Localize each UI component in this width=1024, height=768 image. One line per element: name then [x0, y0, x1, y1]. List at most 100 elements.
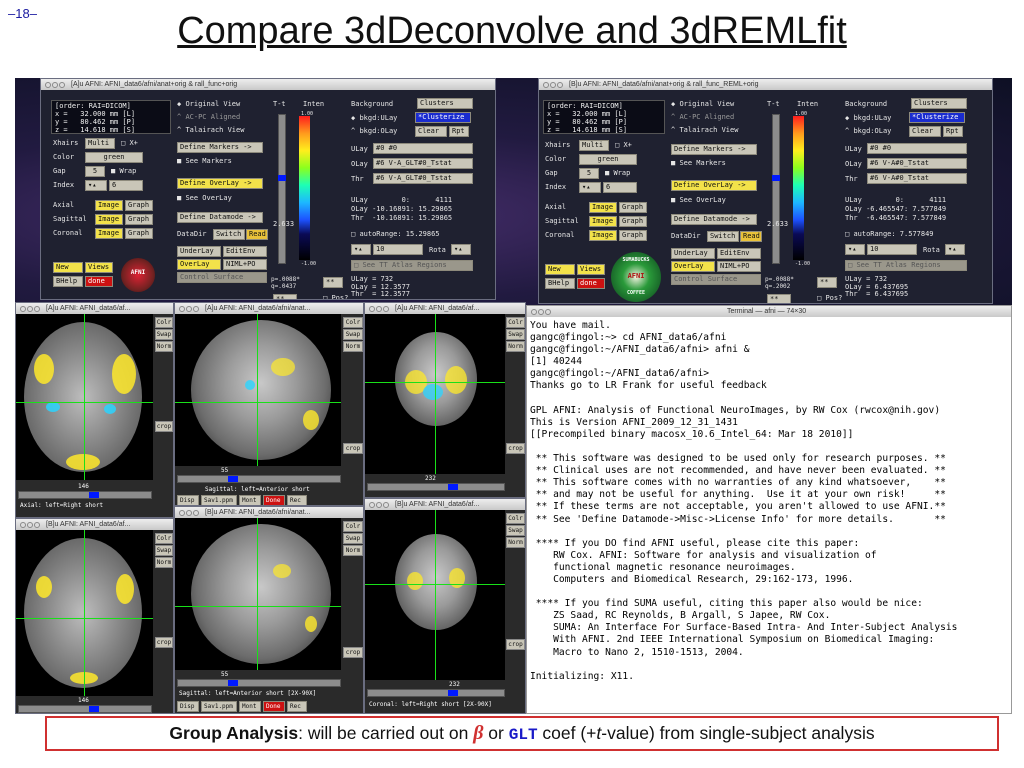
- done-button[interactable]: Done: [263, 495, 285, 505]
- slice-slider[interactable]: [18, 705, 152, 713]
- niml-button[interactable]: NIML+PO: [717, 261, 761, 272]
- axial-image[interactable]: [16, 530, 153, 696]
- window-titlebar[interactable]: [A]u AFNI: AFNI_data6/afni/anat...: [175, 303, 363, 314]
- talairach-radio[interactable]: ^ Talairach View: [177, 126, 244, 135]
- overlay-button[interactable]: OverLay: [177, 259, 221, 270]
- new-button[interactable]: New: [53, 262, 83, 273]
- coronal-image-button[interactable]: Image: [95, 228, 123, 239]
- gap-select[interactable]: 5: [85, 166, 105, 177]
- window-titlebar[interactable]: Terminal — afni — 74×30: [527, 306, 1011, 317]
- bkgd-ulay-radio[interactable]: ◆ bkgd:ULay: [351, 114, 397, 123]
- index-arrows[interactable]: ▾▴: [85, 180, 107, 191]
- read-button[interactable]: Read: [246, 229, 268, 240]
- niml-button[interactable]: NIML+PO: [223, 259, 267, 270]
- see-markers-toggle[interactable]: ■ See Markers: [177, 157, 232, 166]
- views-button[interactable]: Views: [577, 264, 605, 275]
- overlay-button[interactable]: OverLay: [671, 261, 715, 272]
- axial-graph-button[interactable]: Graph: [619, 202, 647, 213]
- xplus-toggle[interactable]: □ X+: [615, 141, 632, 150]
- coronal-graph-button[interactable]: Graph: [619, 230, 647, 241]
- pos-toggle[interactable]: □ Pos?: [323, 294, 348, 299]
- terminal-output[interactable]: You have mail. gangc@fingol:~> cd AFNI_d…: [527, 317, 1011, 683]
- index-arrows[interactable]: ▾▴: [579, 182, 601, 193]
- threshold-slider[interactable]: [278, 114, 286, 264]
- axial-image-button[interactable]: Image: [95, 200, 123, 211]
- crop-button[interactable]: crop: [506, 443, 525, 454]
- xhairs-select[interactable]: Multi: [85, 138, 115, 149]
- coronal-image-button[interactable]: Image: [589, 230, 617, 241]
- threshold-slider[interactable]: [772, 114, 780, 264]
- window-titlebar[interactable]: [B]u AFNI: AFNI_data6/afni/anat...: [175, 507, 363, 518]
- define-datamode-button[interactable]: Define Datamode ->: [177, 212, 263, 223]
- swap-button[interactable]: Swap: [343, 533, 363, 544]
- mont-button[interactable]: Mont: [239, 495, 261, 505]
- rota-arrows[interactable]: ▾▴: [451, 244, 471, 255]
- window-controls[interactable]: [45, 81, 67, 88]
- underlay-button[interactable]: UnderLay: [671, 248, 715, 259]
- crop-button[interactable]: crop: [343, 443, 363, 454]
- clusters-button[interactable]: Clusters: [417, 98, 473, 109]
- star-select-1[interactable]: **: [273, 294, 297, 299]
- coordinate-readout[interactable]: [order: RAI=DICOM] x = 32.000 mm [L] y =…: [543, 100, 665, 134]
- see-overlay-toggle[interactable]: ■ See OverLay: [177, 194, 232, 203]
- underlay-button[interactable]: UnderLay: [177, 246, 221, 257]
- index-field[interactable]: 6: [109, 180, 143, 191]
- acpc-radio[interactable]: ^ AC-PC Aligned: [177, 113, 240, 122]
- bhelp-button[interactable]: BHelp: [53, 276, 83, 287]
- sagittal-graph-button[interactable]: Graph: [619, 216, 647, 227]
- swap-button[interactable]: Swap: [506, 525, 525, 536]
- tt-atlas-button[interactable]: □ See TT Atlas Regions: [845, 260, 967, 271]
- rota-arrows[interactable]: ▾▴: [945, 244, 965, 255]
- wrap-toggle[interactable]: ■ Wrap: [111, 167, 136, 176]
- norm-button[interactable]: Norm: [155, 341, 173, 352]
- tt-atlas-button[interactable]: □ See TT Atlas Regions: [351, 260, 473, 271]
- clusterize-button[interactable]: *Clusterize: [909, 112, 965, 123]
- norm-button[interactable]: Norm: [343, 545, 363, 556]
- colr-button[interactable]: Colr: [506, 513, 525, 524]
- control-surface-button[interactable]: Control Surface: [671, 274, 761, 285]
- editenv-button[interactable]: EditEnv: [223, 246, 267, 257]
- switch-button[interactable]: Switch: [707, 231, 739, 242]
- thr-select[interactable]: #6 V-A_GLT#0_Tstat: [373, 173, 473, 184]
- disp-button[interactable]: Disp: [177, 495, 199, 505]
- range-field[interactable]: 10: [373, 244, 423, 255]
- thr-select[interactable]: #6 V-A#0_Tstat: [867, 173, 967, 184]
- coronal-graph-button[interactable]: Graph: [125, 228, 153, 239]
- star-select-2[interactable]: **: [323, 277, 343, 288]
- pos-toggle[interactable]: □ Pos?: [817, 294, 842, 303]
- bhelp-button[interactable]: BHelp: [545, 278, 575, 289]
- window-controls[interactable]: [20, 305, 42, 312]
- see-markers-toggle[interactable]: ■ See Markers: [671, 159, 726, 168]
- bkgd-olay-radio[interactable]: ^ bkgd:OLay: [845, 127, 891, 136]
- norm-button[interactable]: Norm: [343, 341, 363, 352]
- norm-button[interactable]: Norm: [155, 557, 173, 568]
- done-button[interactable]: Done: [263, 701, 285, 712]
- rpt-button[interactable]: Rpt: [943, 126, 963, 137]
- color-select[interactable]: green: [85, 152, 143, 163]
- define-overlay-button[interactable]: Define OverLay ->: [177, 178, 263, 189]
- xhairs-select[interactable]: Multi: [579, 140, 609, 151]
- disp-button[interactable]: Disp: [177, 701, 199, 712]
- colorbar[interactable]: [793, 116, 804, 260]
- acpc-radio[interactable]: ^ AC-PC Aligned: [671, 113, 734, 122]
- new-button[interactable]: New: [545, 264, 575, 275]
- colr-button[interactable]: Colr: [155, 317, 173, 328]
- define-overlay-button[interactable]: Define OverLay ->: [671, 180, 757, 191]
- define-datamode-button[interactable]: Define Datamode ->: [671, 214, 757, 225]
- sagittal-image-button[interactable]: Image: [589, 216, 617, 227]
- original-view-radio[interactable]: ◆ Original View: [671, 100, 734, 109]
- slice-slider[interactable]: [177, 679, 341, 687]
- window-titlebar[interactable]: [A]u AFNI: AFNI_data6/af...: [365, 303, 525, 314]
- editenv-button[interactable]: EditEnv: [717, 248, 761, 259]
- window-controls[interactable]: [179, 305, 201, 312]
- slice-slider[interactable]: [367, 689, 505, 697]
- original-view-radio[interactable]: ◆ Original View: [177, 100, 240, 109]
- rec-button[interactable]: Rec: [287, 701, 307, 712]
- index-field[interactable]: 6: [603, 182, 637, 193]
- swap-button[interactable]: Swap: [343, 329, 363, 340]
- window-titlebar[interactable]: [B]u AFNI: AFNI_data6/af...: [16, 519, 173, 530]
- coronal-image[interactable]: [365, 314, 505, 474]
- define-markers-button[interactable]: Define Markers ->: [177, 142, 263, 153]
- swap-button[interactable]: Swap: [155, 329, 173, 340]
- switch-button[interactable]: Switch: [213, 229, 245, 240]
